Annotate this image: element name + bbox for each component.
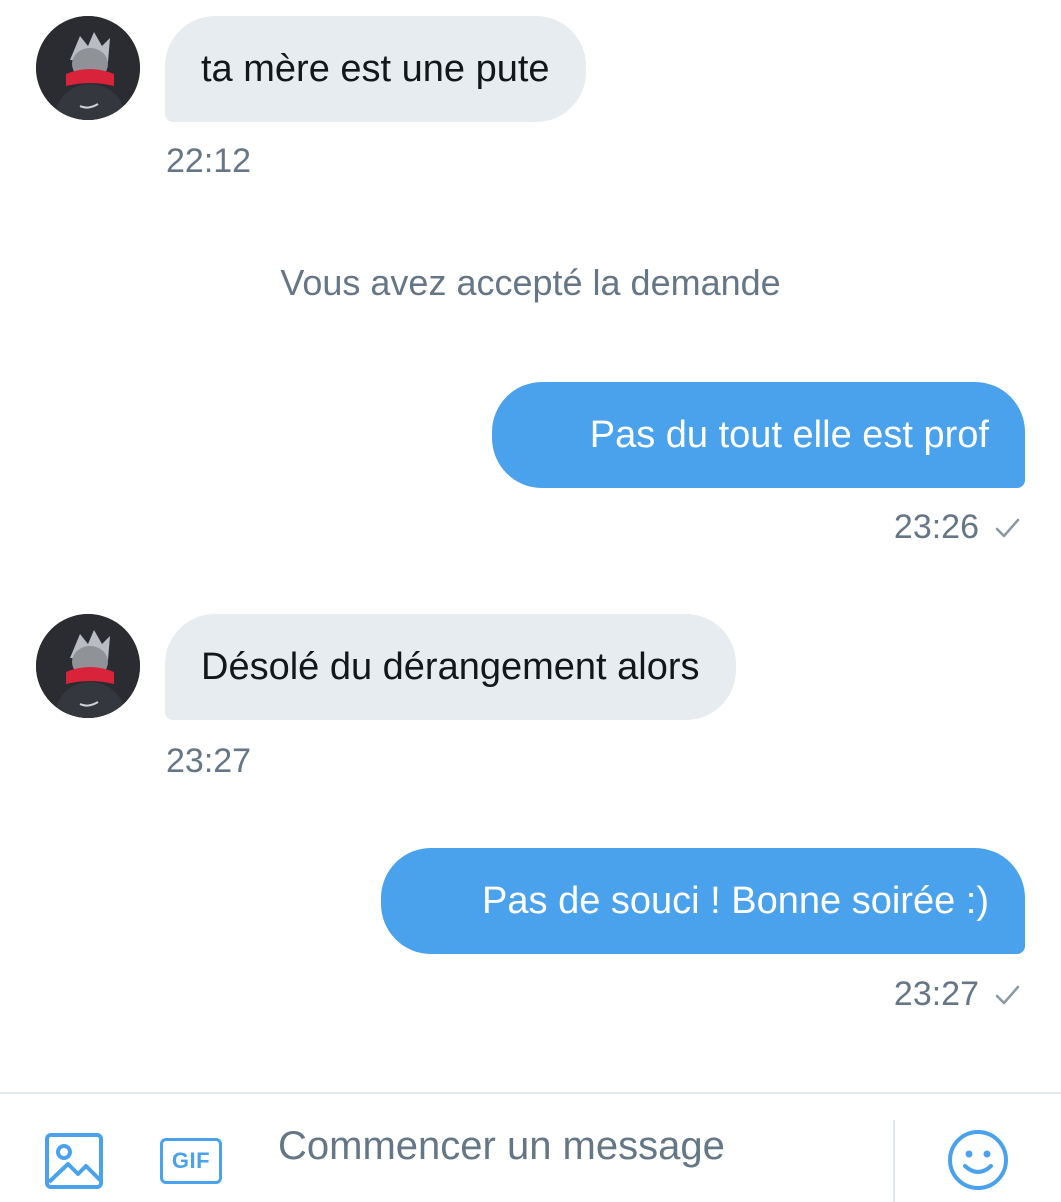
message-text: Pas du tout elle est prof <box>589 414 989 456</box>
composer-divider <box>893 1120 895 1202</box>
message-timestamp: 23:27 <box>166 742 252 780</box>
message-text: Désolé du dérangement alors <box>201 646 700 688</box>
media-button[interactable] <box>44 1132 104 1190</box>
message-timestamp: 22:12 <box>166 142 252 180</box>
image-icon <box>45 1133 103 1189</box>
message-text: Pas de souci ! Bonne soirée :) <box>482 880 989 922</box>
message-composer: GIF Commencer un message <box>0 1092 1061 1202</box>
sent-check-icon <box>995 518 1020 537</box>
gif-icon: GIF <box>160 1138 222 1184</box>
message-text: ta mère est une pute <box>201 48 550 90</box>
request-accepted-notice: Vous avez accepté la demande <box>280 262 781 303</box>
message-bubble-incoming[interactable]: Désolé du dérangement alors <box>165 614 736 720</box>
emoji-button[interactable] <box>946 1128 1010 1192</box>
message-timestamp-row: 23:26 <box>894 508 1021 547</box>
emoji-icon <box>948 1130 1008 1190</box>
avatar-image-icon <box>36 614 140 718</box>
message-thread: ta mère est une pute 22:12 Vous avez acc… <box>0 0 1061 1092</box>
avatar[interactable] <box>36 614 140 718</box>
avatar[interactable] <box>36 16 140 120</box>
avatar-image-icon <box>36 16 140 120</box>
message-bubble-outgoing[interactable]: Pas de souci ! Bonne soirée :) <box>381 848 1025 954</box>
message-timestamp: 23:27 <box>893 975 979 1013</box>
message-input[interactable]: Commencer un message <box>278 1124 725 1169</box>
message-timestamp: 23:26 <box>893 508 979 546</box>
message-bubble-outgoing[interactable]: Pas du tout elle est prof <box>492 382 1025 488</box>
message-bubble-incoming[interactable]: ta mère est une pute <box>165 16 586 122</box>
sent-check-icon <box>995 985 1020 1004</box>
gif-button[interactable]: GIF <box>160 1138 222 1184</box>
message-timestamp-row: 23:27 <box>894 975 1021 1014</box>
